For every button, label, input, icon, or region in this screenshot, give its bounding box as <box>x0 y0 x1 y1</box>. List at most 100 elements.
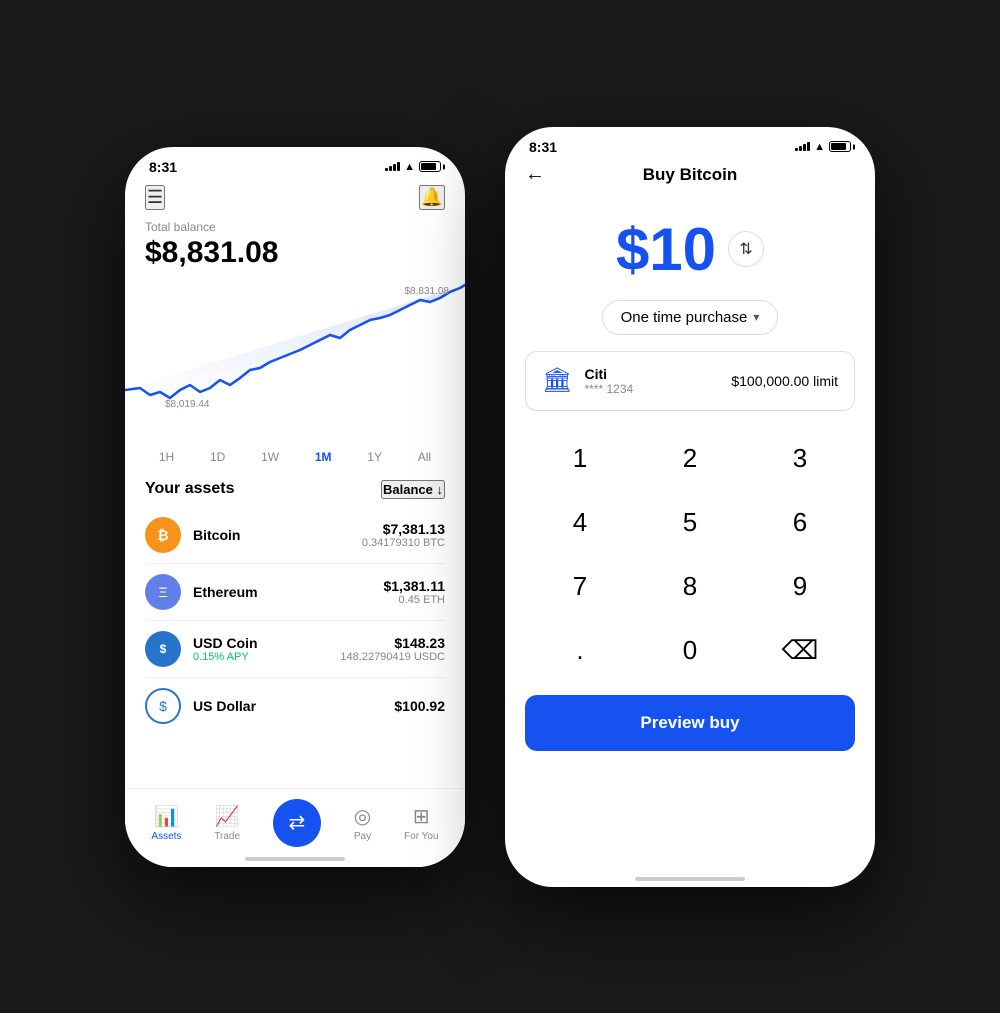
asset-ethereum[interactable]: Ξ Ethereum $1,381.11 0.45 ETH <box>145 564 445 621</box>
assets-header: Your assets Balance ↓ <box>125 476 465 507</box>
wifi-icon-right: ▲ <box>814 141 825 153</box>
usdc-name: USD Coin <box>193 635 340 651</box>
key-backspace[interactable]: ⌫ <box>745 619 855 683</box>
ethereum-values: $1,381.11 0.45 ETH <box>383 578 445 606</box>
nav-foryou[interactable]: ⊞ For You <box>404 804 438 842</box>
signal-icon-left <box>385 162 400 171</box>
home-indicator-right <box>635 877 745 881</box>
time-right: 8:31 <box>529 139 557 155</box>
pay-icon: ◎ <box>354 804 371 829</box>
usdc-values: $148.23 148.22790419 USDC <box>340 635 445 663</box>
chevron-down-icon: ▾ <box>753 310 759 324</box>
key-8[interactable]: 8 <box>635 555 745 619</box>
usd-usd: $100.92 <box>394 698 445 714</box>
key-6[interactable]: 6 <box>745 491 855 555</box>
key-0[interactable]: 0 <box>635 619 745 683</box>
purchase-type-dropdown[interactable]: One time purchase ▾ <box>602 300 779 335</box>
asset-bitcoin[interactable]: ₿ Bitcoin $7,381.13 0.34179310 BTC <box>145 507 445 564</box>
filter-1w[interactable]: 1W <box>257 448 283 466</box>
bitcoin-crypto: 0.34179310 BTC <box>362 537 445 549</box>
asset-usd[interactable]: $ US Dollar $100.92 <box>145 678 445 734</box>
nav-pay[interactable]: ◎ Pay <box>354 804 371 842</box>
usdc-info: USD Coin 0.15% APY <box>193 635 340 663</box>
payment-method[interactable]: 🏛 Citi **** 1234 $100,000.00 limit <box>525 351 855 411</box>
assets-icon: 📊 <box>154 804 179 829</box>
purchase-type-section: One time purchase ▾ <box>505 300 875 335</box>
filter-1y[interactable]: 1Y <box>363 448 386 466</box>
usd-icon: $ <box>145 688 181 724</box>
key-3[interactable]: 3 <box>745 427 855 491</box>
exchange-button[interactable]: ⇄ <box>273 799 321 847</box>
numpad: 1 2 3 4 5 6 7 8 9 . 0 ⌫ <box>525 427 855 683</box>
ethereum-info: Ethereum <box>193 584 383 600</box>
convert-button[interactable]: ⇅ <box>728 231 764 267</box>
back-button[interactable]: ← <box>525 163 545 186</box>
key-9[interactable]: 9 <box>745 555 855 619</box>
key-2[interactable]: 2 <box>635 427 745 491</box>
ethereum-crypto: 0.45 ETH <box>383 594 445 606</box>
nav-assets[interactable]: 📊 Assets <box>151 804 181 842</box>
notification-button[interactable]: 🔔 <box>419 185 445 210</box>
nav-pay-label: Pay <box>354 831 371 842</box>
ethereum-usd: $1,381.11 <box>383 578 445 594</box>
balance-label: Total balance <box>145 220 445 234</box>
bank-icon: 🏛 <box>542 366 572 395</box>
status-bar-left: 8:31 ▲ <box>125 147 465 181</box>
time-filters: 1H 1D 1W 1M 1Y All <box>125 444 465 476</box>
key-1[interactable]: 1 <box>525 427 635 491</box>
nav-trade[interactable]: 📈 Trade <box>214 804 240 842</box>
payment-info: Citi **** 1234 <box>584 366 719 396</box>
nav-trade-label: Trade <box>214 831 240 842</box>
foryou-icon: ⊞ <box>413 804 430 829</box>
key-5[interactable]: 5 <box>635 491 745 555</box>
signal-icon-right <box>795 142 810 151</box>
nav-foryou-label: For You <box>404 831 438 842</box>
filter-1h[interactable]: 1H <box>155 448 178 466</box>
right-phone: 8:31 ▲ ← Buy Bitcoin $10 ⇅ <box>505 127 875 887</box>
asset-list: ₿ Bitcoin $7,381.13 0.34179310 BTC Ξ Eth… <box>125 507 465 734</box>
nav-assets-label: Assets <box>151 831 181 842</box>
status-icons-right: ▲ <box>795 141 851 153</box>
home-indicator-left <box>245 857 345 861</box>
battery-icon-left <box>419 161 441 172</box>
key-7[interactable]: 7 <box>525 555 635 619</box>
status-bar-right: 8:31 ▲ <box>505 127 875 161</box>
chart-high-label: $8,831.08 <box>405 286 450 297</box>
assets-title: Your assets <box>145 480 235 498</box>
bitcoin-icon: ₿ <box>145 517 181 553</box>
battery-icon-right <box>829 141 851 152</box>
usd-name: US Dollar <box>193 698 394 714</box>
status-icons-left: ▲ <box>385 161 441 173</box>
usd-values: $100.92 <box>394 698 445 714</box>
bitcoin-values: $7,381.13 0.34179310 BTC <box>362 521 445 549</box>
balance-section: Total balance $8,831.08 <box>125 220 465 280</box>
usdc-usd: $148.23 <box>340 635 445 651</box>
left-phone: 8:31 ▲ ☰ 🔔 Total balance $8,83 <box>125 147 465 867</box>
purchase-type-label: One time purchase <box>621 309 748 326</box>
asset-usdc[interactable]: $ USD Coin 0.15% APY $148.23 148.2279041… <box>145 621 445 678</box>
sort-button[interactable]: Balance ↓ <box>381 480 445 499</box>
wifi-icon-left: ▲ <box>404 161 415 173</box>
usdc-crypto: 148.22790419 USDC <box>340 651 445 663</box>
ethereum-icon: Ξ <box>145 574 181 610</box>
left-header: ☰ 🔔 <box>125 181 465 220</box>
amount-display: $10 ⇅ <box>505 195 875 300</box>
usd-info: US Dollar <box>193 698 394 714</box>
nav-exchange[interactable]: ⇄ <box>273 799 321 847</box>
key-decimal[interactable]: . <box>525 619 635 683</box>
chart-low-label: $8,019.44 <box>165 399 210 410</box>
page-title: Buy Bitcoin <box>643 165 737 185</box>
filter-1d[interactable]: 1D <box>206 448 229 466</box>
preview-buy-button[interactable]: Preview buy <box>525 695 855 751</box>
bitcoin-name: Bitcoin <box>193 527 362 543</box>
chart-container: $8,831.08 $8,019.44 <box>125 280 465 440</box>
price-chart <box>125 280 465 440</box>
bottom-nav: 📊 Assets 📈 Trade ⇄ ◎ Pay ⊞ For You <box>125 788 465 867</box>
filter-1m[interactable]: 1M <box>311 448 336 466</box>
trade-icon: 📈 <box>215 804 240 829</box>
usdc-apy: 0.15% APY <box>193 651 340 663</box>
filter-all[interactable]: All <box>414 448 435 466</box>
key-4[interactable]: 4 <box>525 491 635 555</box>
time-left: 8:31 <box>149 159 177 175</box>
menu-button[interactable]: ☰ <box>145 185 165 210</box>
